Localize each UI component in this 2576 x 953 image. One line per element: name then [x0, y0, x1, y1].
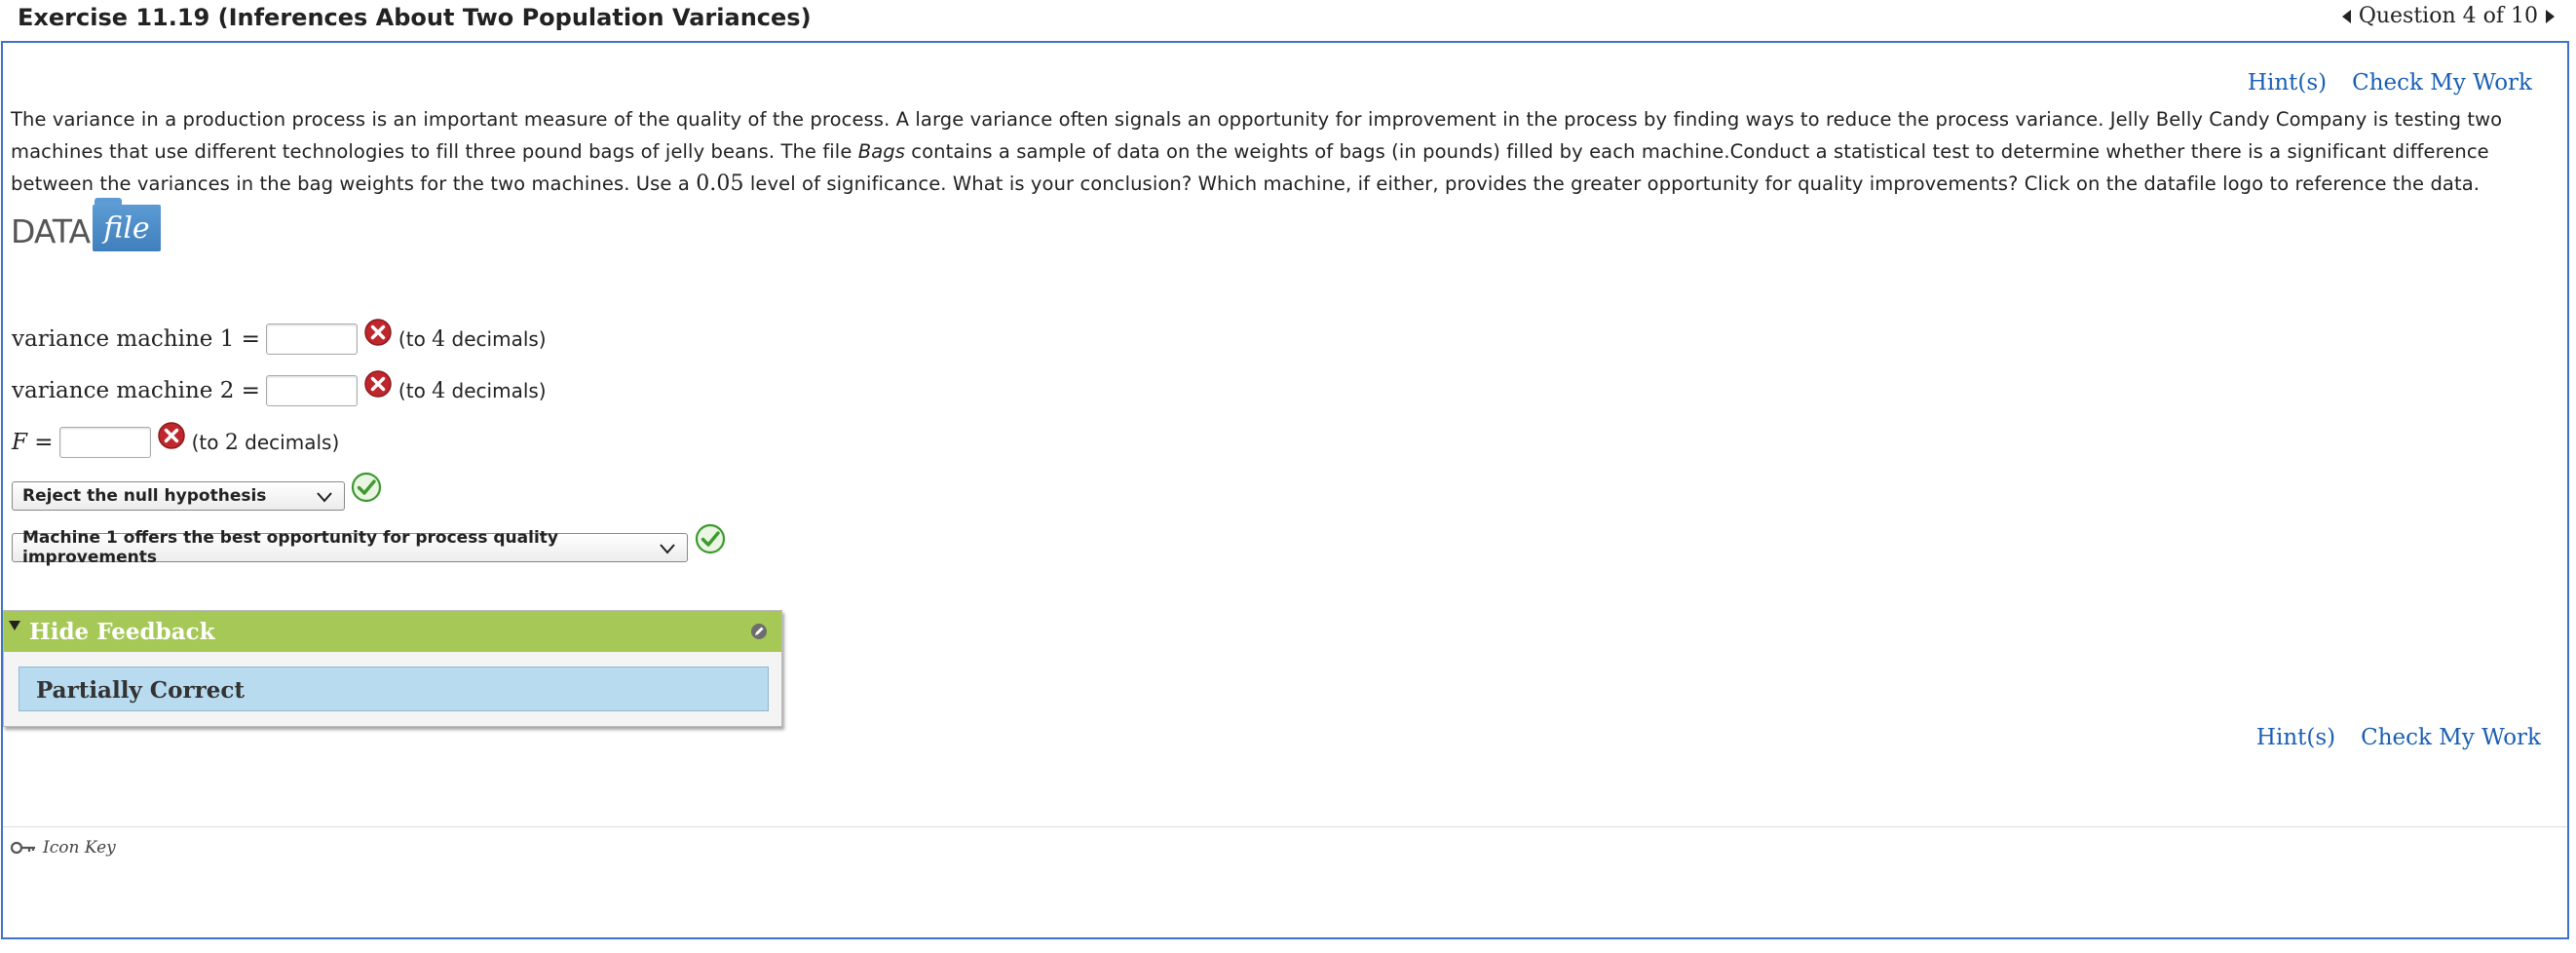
feedback-status-text: Partially Correct: [36, 677, 245, 704]
datafile-logo[interactable]: DATA file: [11, 198, 162, 251]
hints-link[interactable]: Hint(s): [2248, 70, 2327, 95]
variance-machine-2-label: variance machine 2 =: [12, 378, 260, 403]
variance-machine-1-label: variance machine 1 =: [12, 326, 260, 352]
problem-statement: The variance in a production process is …: [11, 103, 2561, 200]
top-links: Hint(s) Check My Work: [2248, 70, 2532, 95]
variance-machine-1-precision: (to 4 decimals): [398, 326, 547, 352]
folder-icon: file: [93, 198, 162, 251]
conclusion-selected-value: Reject the null hypothesis: [22, 486, 267, 506]
significance-level: 0.05: [696, 172, 744, 196]
f-statistic-label: F =: [12, 430, 54, 455]
variance-machine-2-row: variance machine 2 = (to 4 decimals): [12, 370, 547, 406]
feedback-header-title: Hide Feedback: [29, 619, 215, 645]
chevron-down-icon: [660, 544, 675, 554]
x-circle-icon: [364, 370, 392, 398]
f-statistic-precision: (to 2 decimals): [191, 430, 340, 455]
check-my-work-link-bottom[interactable]: Check My Work: [2361, 725, 2541, 750]
hide-feedback-toggle[interactable]: Hide Feedback: [4, 611, 781, 652]
hints-link-bottom[interactable]: Hint(s): [2256, 725, 2335, 750]
feedback-status: Partially Correct: [19, 667, 769, 711]
f-statistic-row: F = (to 2 decimals): [12, 422, 340, 458]
collapse-triangle-icon: [9, 621, 20, 630]
key-icon: [10, 841, 35, 855]
problem-text-3: level of significance. What is your conc…: [743, 172, 2481, 195]
machine-selected-value: Machine 1 offers the best opportunity fo…: [22, 528, 558, 567]
bottom-links: Hint(s) Check My Work: [2256, 725, 2541, 750]
datafile-logo-data: DATA: [11, 211, 91, 250]
check-my-work-link[interactable]: Check My Work: [2352, 70, 2532, 95]
variance-machine-2-precision: (to 4 decimals): [398, 378, 547, 403]
machine-select[interactable]: Machine 1 offers the best opportunity fo…: [12, 528, 688, 567]
question-navigator: Question 4 of 10: [2341, 4, 2555, 28]
check-circle-icon: [695, 523, 726, 554]
icon-key-label: Icon Key: [43, 838, 116, 858]
variance-machine-1-row: variance machine 1 = (to 4 decimals): [12, 319, 547, 355]
conclusion-select[interactable]: Reject the null hypothesis: [12, 481, 345, 511]
chevron-down-icon: [317, 492, 332, 503]
pencil-icon[interactable]: [750, 623, 768, 640]
footer-divider: [3, 826, 2567, 827]
x-circle-icon: [364, 319, 392, 346]
datafile-logo-file: file: [103, 210, 150, 246]
check-circle-icon: [351, 472, 382, 503]
feedback-panel: Hide Feedback Partially Correct: [3, 610, 782, 727]
exercise-title: Exercise 11.19 (Inferences About Two Pop…: [18, 4, 812, 31]
variance-machine-2-input[interactable]: [265, 375, 358, 406]
x-circle-icon: [157, 422, 185, 449]
previous-question-icon[interactable]: [2341, 9, 2351, 23]
f-statistic-input[interactable]: [58, 427, 151, 458]
question-counter: Question 4 of 10: [2358, 4, 2538, 28]
variance-machine-1-input[interactable]: [265, 324, 358, 355]
next-question-icon[interactable]: [2546, 9, 2555, 23]
icon-key-link[interactable]: Icon Key: [10, 838, 116, 858]
file-name: Bags: [857, 140, 905, 163]
